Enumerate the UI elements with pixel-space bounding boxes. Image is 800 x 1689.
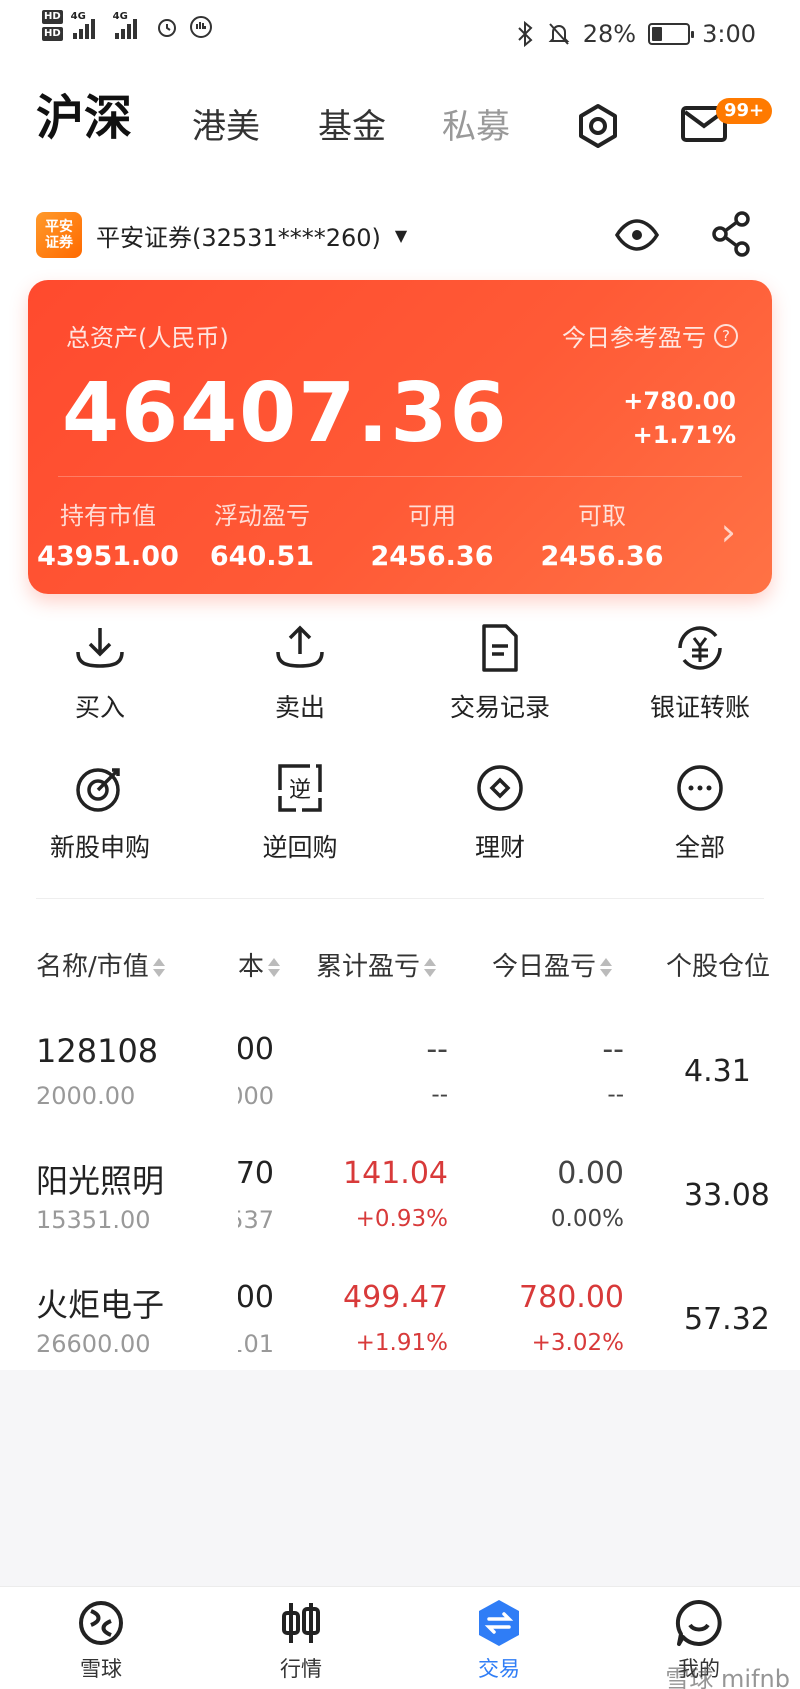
- header-position[interactable]: 个股仓位: [666, 946, 770, 983]
- empty-area: [0, 1370, 800, 1590]
- section-divider: [36, 898, 764, 899]
- tab-jijin[interactable]: 基金: [318, 99, 386, 148]
- message-count-badge: 99+: [716, 98, 773, 124]
- today-pnl-amount: +780.00: [623, 387, 736, 415]
- total-asset-value: 46407.36: [62, 366, 509, 461]
- diamond-circle-icon: [477, 765, 523, 811]
- stat-withdrawable: 可取 2456.36: [540, 502, 664, 572]
- ipo-subscribe-button[interactable]: 新股申购: [0, 760, 200, 864]
- svg-text:逆: 逆: [289, 778, 311, 803]
- tab-hushen[interactable]: 沪深: [36, 78, 132, 148]
- sort-icon: [600, 958, 613, 977]
- download-icon: [76, 628, 124, 668]
- account-selector[interactable]: 平安 证券 平安证券(32531****260) ▼: [36, 210, 766, 260]
- share-icon[interactable]: [708, 210, 754, 258]
- help-icon[interactable]: ?: [714, 323, 738, 348]
- bluetooth-icon: [518, 21, 533, 47]
- signal-icon: 4G: [71, 11, 95, 39]
- asset-summary-card[interactable]: 总资产(人民币) 今日参考盈亏 ? 46407.36 +780.00 +1.71…: [28, 280, 772, 594]
- bottom-tab-bar: 雪球 行情 交易 我的 雪球 mifnb: [0, 1586, 800, 1689]
- battery-icon: [648, 23, 695, 45]
- today-pnl-label: 今日参考盈亏 ?: [562, 318, 738, 353]
- document-icon: [482, 624, 518, 672]
- snowball-icon: [79, 1601, 123, 1645]
- trade-records-button[interactable]: 交易记录: [400, 620, 600, 724]
- total-asset-label: 总资产(人民币): [66, 324, 229, 352]
- signal-icon-2: 4G: [113, 11, 137, 39]
- buy-button[interactable]: 买入: [0, 620, 200, 724]
- dropdown-caret-icon[interactable]: ▼: [395, 226, 407, 245]
- reverse-repo-icon: 逆: [278, 764, 322, 812]
- sort-icon: [268, 958, 281, 977]
- market-tabs: 沪深 港美 基金 私募 99+: [0, 80, 800, 170]
- battery-percent: 28%: [582, 20, 637, 48]
- upload-icon: [276, 625, 324, 668]
- card-divider: [58, 476, 742, 477]
- tab-gangmei[interactable]: 港美: [192, 99, 260, 148]
- header-today-pnl[interactable]: 今日盈亏: [492, 946, 613, 983]
- today-pnl: +780.00 +1.71%: [623, 384, 736, 452]
- hand-icon: [189, 16, 212, 38]
- today-pnl-percent: +1.71%: [632, 421, 736, 449]
- header-total-pnl[interactable]: 累计盈亏: [316, 946, 437, 983]
- clock: 3:00: [702, 20, 756, 48]
- target-icon: [76, 768, 120, 812]
- broker-logo: 平安 证券: [36, 212, 82, 258]
- more-icon: [677, 765, 723, 811]
- tab-simu[interactable]: 私募: [442, 99, 510, 148]
- table-row[interactable]: 阳光照明 15351.00 70 537 141.04 +0.93% 0.00 …: [0, 1136, 800, 1260]
- chevron-right-icon[interactable]: ›: [721, 510, 736, 554]
- stat-market-value: 持有市值 43951.00: [37, 502, 179, 572]
- alarm-icon: [157, 19, 176, 37]
- status-bar: HD HD 4G 4G 28% 3:00: [0, 0, 800, 70]
- yuan-transfer-icon: [678, 626, 722, 670]
- nav-trade[interactable]: 交易: [434, 1597, 564, 1683]
- all-functions-button[interactable]: 全部: [600, 760, 800, 864]
- header-name[interactable]: 名称/市值: [36, 946, 165, 983]
- reverse-repo-button[interactable]: 逆 逆回购: [200, 760, 400, 864]
- sell-button[interactable]: 卖出: [200, 620, 400, 724]
- hd-indicator: HD HD: [42, 10, 63, 41]
- chat-face-icon: [675, 1599, 722, 1646]
- watermark: 雪球 mifnb: [665, 1665, 790, 1689]
- table-row[interactable]: 128108 2000.00 00 000 -- -- -- -- 4.31: [0, 1012, 800, 1136]
- sort-icon: [424, 958, 437, 977]
- mute-icon: [548, 23, 570, 45]
- holdings-table: 名称/市值 本 累计盈亏 今日盈亏 个股仓位 128108 2000.00 00…: [0, 900, 800, 1370]
- sort-icon: [152, 958, 165, 977]
- table-row[interactable]: 火炬电子 26600.00 00 101 499.47 +1.91% 780.0…: [0, 1260, 800, 1370]
- candlestick-icon: [282, 1603, 320, 1643]
- eye-icon[interactable]: [614, 212, 660, 258]
- settings-icon[interactable]: [574, 102, 622, 150]
- bank-transfer-button[interactable]: 银证转账: [600, 620, 800, 724]
- nav-market[interactable]: 行情: [236, 1597, 366, 1683]
- account-name[interactable]: 平安证券(32531****260): [96, 218, 381, 253]
- stat-available: 可用 2456.36: [370, 502, 494, 572]
- wealth-management-button[interactable]: 理财: [400, 760, 600, 864]
- stat-floating-pnl: 浮动盈亏 640.51: [209, 502, 315, 572]
- header-cost[interactable]: 本: [238, 946, 281, 983]
- nav-xueqiu[interactable]: 雪球: [36, 1597, 166, 1683]
- trade-hexagon-icon: [479, 1600, 519, 1646]
